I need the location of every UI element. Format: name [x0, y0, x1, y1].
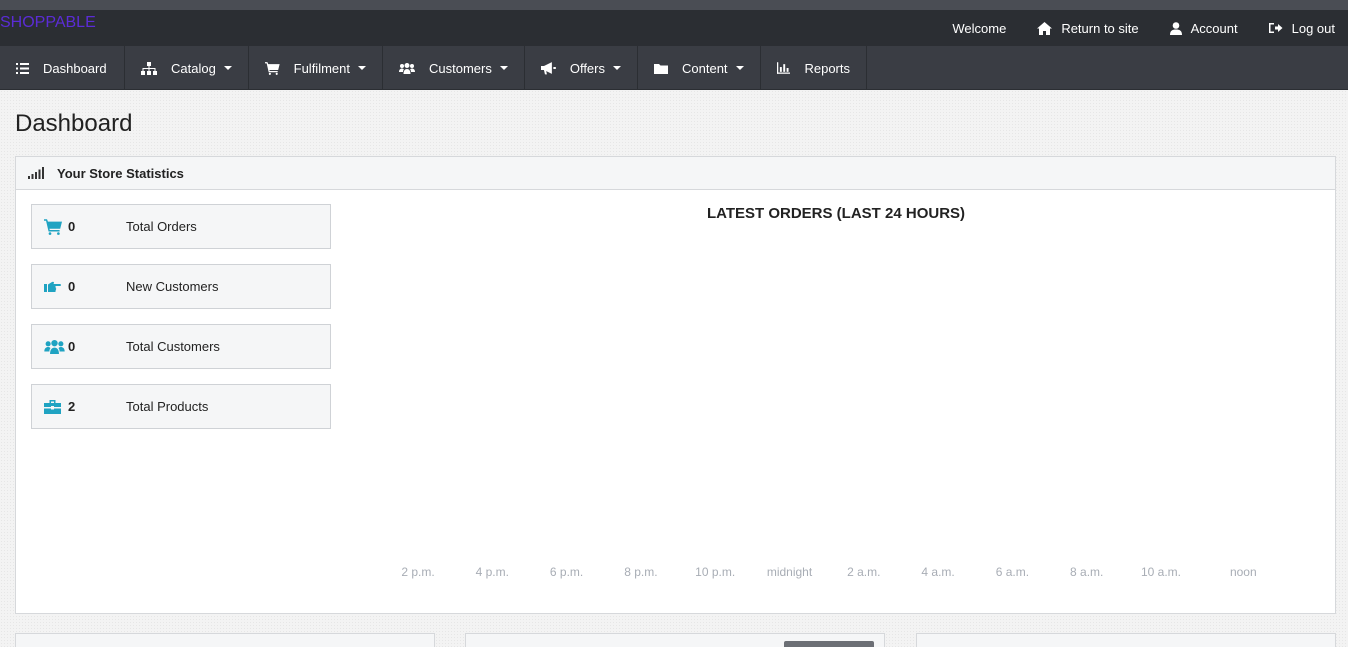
stat-value: 0: [68, 279, 76, 294]
return-to-site-label: Return to site: [1061, 20, 1139, 36]
x-tick-label: noon: [1229, 565, 1257, 579]
x-tick-label: 6 p.m.: [549, 565, 584, 579]
chevron-down-icon: [499, 66, 508, 70]
chevron-down-icon: [613, 66, 621, 70]
briefcase-icon: [44, 399, 61, 414]
panel-dropdown-button[interactable]: [784, 641, 874, 647]
stat-total-products: 2 Total Products: [31, 384, 331, 429]
nav-fulfilment-label: Fulfilment: [293, 60, 350, 76]
nav-customers[interactable]: Customers: [383, 46, 525, 90]
account-label: Account: [1190, 20, 1238, 36]
page-title: Dashboard: [15, 110, 133, 137]
stat-label: Total Products: [126, 399, 209, 414]
x-tick-label: 10 a.m.: [1140, 565, 1182, 579]
nav-dashboard-label: Dashboard: [43, 60, 107, 76]
latest-orders-chart: [371, 237, 1291, 577]
home-icon: [1037, 21, 1053, 35]
megaphone-icon: [541, 61, 556, 74]
stat-new-customers: 0 New Customers: [31, 264, 331, 309]
nav-content[interactable]: Content: [638, 46, 761, 90]
users-icon: [399, 62, 415, 74]
nav-content-label: Content: [682, 60, 728, 76]
stat-value: 0: [68, 339, 76, 354]
stat-total-orders: 0 Total Orders: [31, 204, 331, 249]
nav-reports-label: Reports: [804, 60, 850, 76]
return-to-site-link[interactable]: Return to site: [1037, 20, 1139, 36]
welcome-text: Welcome: [952, 21, 1006, 36]
chevron-down-icon: [223, 66, 232, 70]
store-statistics-title: Your Store Statistics: [57, 165, 184, 181]
logout-link[interactable]: Log out: [1268, 20, 1335, 36]
users-icon: [44, 339, 65, 354]
nav-reports[interactable]: Reports: [761, 46, 867, 90]
brand-logo[interactable]: SHOPPABLE: [0, 14, 96, 32]
nav-catalog-label: Catalog: [171, 60, 216, 76]
logout-label: Log out: [1291, 20, 1335, 36]
orders-all-time-panel: [465, 633, 885, 647]
list-icon: [16, 62, 29, 74]
top-links: Welcome Return to site Account Log out: [921, 10, 1335, 46]
panel-header: [16, 634, 434, 647]
x-tick-label: 2 p.m.: [401, 565, 435, 579]
cart-icon: [265, 61, 280, 75]
folder-icon: [654, 63, 668, 74]
third-panel: [916, 633, 1336, 647]
sign-out-icon: [1268, 23, 1283, 33]
store-statistics-panel: Your Store Statistics 0 Total Orders 0 N…: [15, 156, 1336, 614]
stat-value: 0: [68, 219, 76, 234]
cart-icon: [44, 218, 62, 235]
account-link[interactable]: Account: [1169, 20, 1238, 36]
stat-label: Total Customers: [126, 339, 220, 354]
sitemap-icon: [141, 61, 157, 75]
x-tick-label: 10 p.m.: [695, 565, 736, 579]
nav-offers[interactable]: Offers: [525, 46, 638, 90]
x-tick-label: 6 a.m.: [995, 565, 1030, 579]
stat-total-customers: 0 Total Customers: [31, 324, 331, 369]
nav-offers-label: Offers: [569, 60, 605, 76]
store-statistics-header: Your Store Statistics: [16, 157, 1335, 190]
x-tick-label: 8 p.m.: [624, 565, 658, 579]
top-strip: [0, 0, 1348, 10]
nav-catalog[interactable]: Catalog: [125, 46, 249, 90]
x-tick-label: 8 a.m.: [1070, 565, 1104, 579]
x-tick-label: midnight: [766, 565, 813, 579]
bar-chart-icon: [777, 62, 791, 74]
nav-fulfilment[interactable]: Fulfilment: [249, 46, 383, 90]
x-tick-label: 4 a.m.: [921, 565, 955, 579]
nav-dashboard[interactable]: Dashboard: [0, 46, 125, 90]
user-icon: [1169, 21, 1182, 35]
nav-customers-label: Customers: [429, 60, 492, 76]
stat-label: Total Orders: [126, 219, 197, 234]
stat-value: 2: [68, 399, 76, 414]
chevron-down-icon: [735, 66, 744, 70]
stat-label: New Customers: [126, 279, 219, 294]
x-tick-label: 2 a.m.: [847, 565, 881, 579]
chevron-down-icon: [358, 66, 366, 70]
chart-title: LATEST ORDERS (LAST 24 HOURS): [706, 205, 966, 222]
panel-header: [917, 634, 1335, 647]
welcome-label: Welcome: [952, 20, 1007, 36]
orders-last-24h-panel: [15, 633, 435, 647]
x-tick-label: 4 p.m.: [475, 565, 509, 579]
top-header: SHOPPABLE Welcome Return to site Account…: [0, 10, 1348, 46]
hand-point-icon: [44, 281, 61, 292]
signal-icon: [28, 167, 44, 179]
main-nav: Dashboard Catalog Fulfilment Customers O…: [0, 46, 1348, 90]
